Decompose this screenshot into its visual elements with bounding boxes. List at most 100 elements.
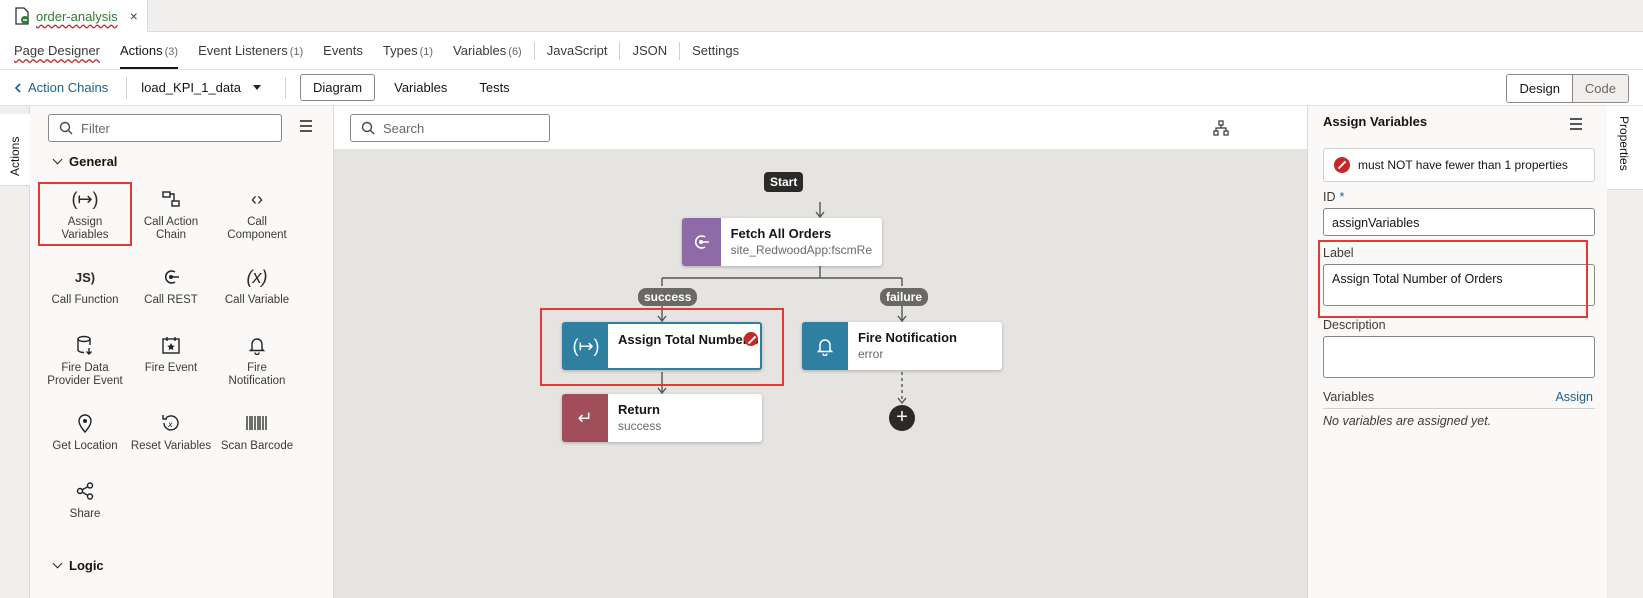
palette-item-share[interactable]: Share bbox=[42, 478, 128, 521]
svg-text:x: x bbox=[167, 420, 173, 429]
item-label: Assign bbox=[67, 216, 103, 228]
fetch-all-orders-node[interactable]: Fetch All Orders site_RedwoodApp:fscmRe bbox=[682, 218, 882, 266]
palette-item-call-component[interactable]: ‹› Call Component bbox=[214, 186, 300, 242]
tab-label: Events bbox=[323, 43, 363, 58]
design-code-toggle: Design Code bbox=[1506, 74, 1629, 103]
search-placeholder: Search bbox=[383, 120, 425, 136]
node-title: Return bbox=[618, 402, 660, 417]
node-subtitle: success bbox=[618, 419, 662, 433]
validation-error-text: must NOT have fewer than 1 properties bbox=[1358, 158, 1568, 172]
properties-panel: Assign Variables must NOT have fewer tha… bbox=[1307, 106, 1607, 598]
caret-down-icon bbox=[252, 85, 261, 90]
share-icon bbox=[42, 478, 128, 504]
action-chain-toolbar: Action Chains load_KPI_1_data Diagram Va… bbox=[0, 70, 1643, 106]
tab-actions[interactable]: Actions (3) bbox=[120, 43, 179, 69]
section-general[interactable]: General bbox=[52, 154, 117, 169]
item-label: Get Location bbox=[52, 440, 118, 452]
tab-types[interactable]: Types (1) bbox=[383, 43, 433, 58]
tab-divider bbox=[679, 41, 681, 60]
file-tab-order-analysis[interactable]: order-analysis × bbox=[0, 0, 148, 32]
assign-icon: (↦) bbox=[71, 188, 99, 209]
start-node[interactable]: Start bbox=[764, 172, 804, 192]
search-icon bbox=[361, 121, 375, 135]
right-side-tabs: Properties bbox=[1607, 106, 1643, 598]
item-label: Call Variable bbox=[224, 294, 290, 306]
return-icon: ↵ bbox=[562, 394, 608, 442]
tab-label: Settings bbox=[692, 43, 740, 58]
toolbar-divider bbox=[284, 76, 286, 99]
left-side-tabs: Actions bbox=[0, 106, 30, 598]
tab-page-designer[interactable]: Page Designer bbox=[14, 43, 100, 58]
location-icon bbox=[42, 410, 128, 436]
no-variables-note: No variables are assigned yet. bbox=[1323, 414, 1492, 428]
tab-javascript[interactable]: JavaScript bbox=[547, 43, 608, 58]
action-chain-select[interactable]: load_KPI_1_data bbox=[141, 80, 261, 95]
rest-icon bbox=[128, 264, 214, 290]
tab-count: (1) bbox=[419, 46, 434, 58]
palette-item-call-action-chain[interactable]: Call Action Chain bbox=[128, 186, 214, 242]
item-label: Notification bbox=[228, 375, 286, 387]
return-node[interactable]: ↵ Return success bbox=[562, 394, 762, 442]
palette-menu-icon[interactable] bbox=[300, 120, 312, 135]
actions-side-tab[interactable]: Actions bbox=[0, 114, 30, 186]
palette-item-call-function[interactable]: JS) Call Function bbox=[42, 264, 128, 307]
item-label: Call Action bbox=[143, 216, 199, 228]
tab-event-listeners[interactable]: Event Listeners (1) bbox=[198, 43, 303, 58]
code-button[interactable]: Code bbox=[1571, 75, 1628, 102]
item-label: Share bbox=[69, 508, 101, 520]
palette-item-fire-notification[interactable]: Fire Notification bbox=[214, 332, 300, 388]
properties-menu-icon[interactable] bbox=[1570, 118, 1582, 133]
variables-label: Variables bbox=[1323, 390, 1375, 404]
view-diagram-button[interactable]: Diagram bbox=[299, 74, 376, 101]
error-icon bbox=[1334, 157, 1350, 173]
bell-icon bbox=[214, 332, 300, 358]
id-label: ID * bbox=[1323, 190, 1344, 204]
back-to-action-chains-link[interactable]: Action Chains bbox=[14, 80, 108, 95]
palette-item-fire-data-provider-event[interactable]: Fire Data Provider Event bbox=[42, 332, 128, 388]
tab-settings[interactable]: Settings bbox=[692, 43, 739, 58]
properties-side-tab[interactable]: Properties bbox=[1607, 106, 1643, 190]
assign-link[interactable]: Assign bbox=[1555, 390, 1593, 404]
palette-item-call-variable[interactable]: (x) Call Variable bbox=[214, 264, 300, 307]
view-variables-button[interactable]: Variables bbox=[381, 74, 460, 101]
palette-item-reset-variables[interactable]: x Reset Variables bbox=[128, 410, 214, 453]
fire-notification-node[interactable]: Fire Notification error bbox=[802, 322, 1002, 370]
add-action-button[interactable]: + bbox=[889, 405, 915, 431]
palette-item-fire-event[interactable]: Fire Event bbox=[128, 332, 214, 375]
item-label: Fire Event bbox=[144, 362, 198, 374]
back-link-label: Action Chains bbox=[28, 80, 109, 95]
tab-divider bbox=[533, 41, 535, 60]
properties-side-tab-label: Properties bbox=[1617, 116, 1631, 171]
id-input[interactable]: assignVariables bbox=[1323, 208, 1595, 236]
item-label: Fire bbox=[247, 362, 267, 374]
reset-icon: x bbox=[128, 410, 214, 436]
filter-input[interactable]: Filter bbox=[48, 114, 282, 142]
close-icon[interactable]: × bbox=[130, 8, 138, 24]
description-textarea[interactable] bbox=[1323, 336, 1595, 378]
section-logic-title: Logic bbox=[69, 558, 104, 573]
node-subtitle: error bbox=[858, 347, 884, 361]
filter-placeholder: Filter bbox=[81, 120, 110, 136]
palette-item-scan-barcode[interactable]: Scan Barcode bbox=[214, 410, 300, 453]
palette-item-assign-variables[interactable]: (↦) Assign Variables bbox=[38, 182, 132, 246]
design-button[interactable]: Design bbox=[1507, 75, 1572, 102]
failure-branch-label: failure bbox=[880, 288, 929, 306]
tab-variables[interactable]: Variables (6) bbox=[453, 43, 522, 58]
tab-events[interactable]: Events bbox=[323, 43, 363, 58]
variable-icon: (x) bbox=[246, 266, 268, 287]
view-tests-button[interactable]: Tests bbox=[466, 74, 522, 101]
node-title: Assign Total Number of Orders bbox=[618, 332, 758, 347]
calendar-star-icon bbox=[128, 332, 214, 358]
database-icon bbox=[42, 332, 128, 358]
bell-icon bbox=[802, 322, 848, 370]
component-icon: ‹› bbox=[251, 188, 263, 209]
tab-json[interactable]: JSON bbox=[632, 43, 667, 58]
section-logic[interactable]: Logic bbox=[52, 558, 104, 573]
canvas-search-input[interactable]: Search bbox=[350, 114, 550, 142]
palette-item-get-location[interactable]: Get Location bbox=[42, 410, 128, 453]
palette-item-call-rest[interactable]: Call REST bbox=[128, 264, 214, 307]
auto-layout-icon[interactable] bbox=[1213, 120, 1229, 136]
label-textarea[interactable]: Assign Total Number of Orders bbox=[1323, 264, 1595, 306]
assign-total-orders-node[interactable]: (↦) Assign Total Number of Orders bbox=[562, 322, 762, 370]
diagram-canvas[interactable]: Start Fetch All Orders site_RedwoodApp:f… bbox=[334, 150, 1307, 598]
